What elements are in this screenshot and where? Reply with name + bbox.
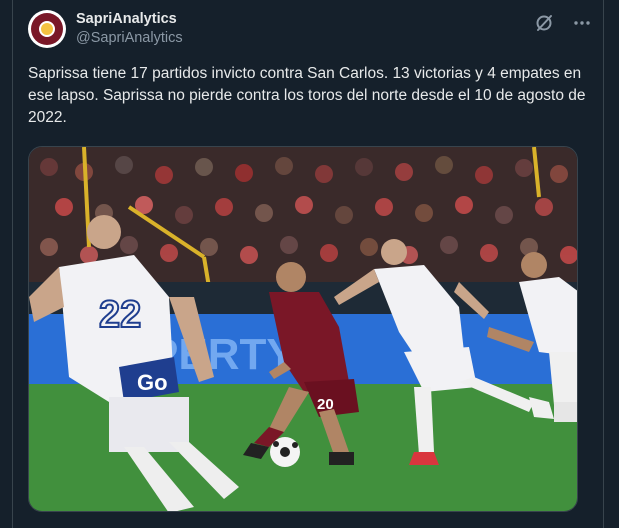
account-names: SapriAnalytics @SapriAnalytics (76, 10, 183, 48)
account-handle[interactable]: @SapriAnalytics (76, 28, 183, 48)
football-ball (270, 437, 300, 467)
left-player-number: 22 (99, 294, 141, 336)
header-actions (533, 12, 593, 34)
tweet-media-photo[interactable]: PERTY 22 Go 20 (28, 146, 578, 512)
football-match-photo-icon: PERTY 22 Go 20 (29, 147, 577, 511)
tweet-text: Saprissa tiene 17 partidos invicto contr… (28, 65, 586, 126)
more-options-icon[interactable] (571, 12, 593, 34)
saprissa-crest-icon (31, 13, 63, 45)
crest-center-mark (39, 21, 55, 37)
tweet-card[interactable]: SapriAnalytics @SapriAnalytics Saprissa … (12, 0, 604, 528)
grok-icon[interactable] (533, 12, 555, 34)
shirt-sponsor: Go (137, 370, 168, 395)
display-name[interactable]: SapriAnalytics (76, 10, 183, 28)
tweet-header: SapriAnalytics @SapriAnalytics (28, 8, 593, 52)
avatar[interactable] (28, 10, 66, 48)
